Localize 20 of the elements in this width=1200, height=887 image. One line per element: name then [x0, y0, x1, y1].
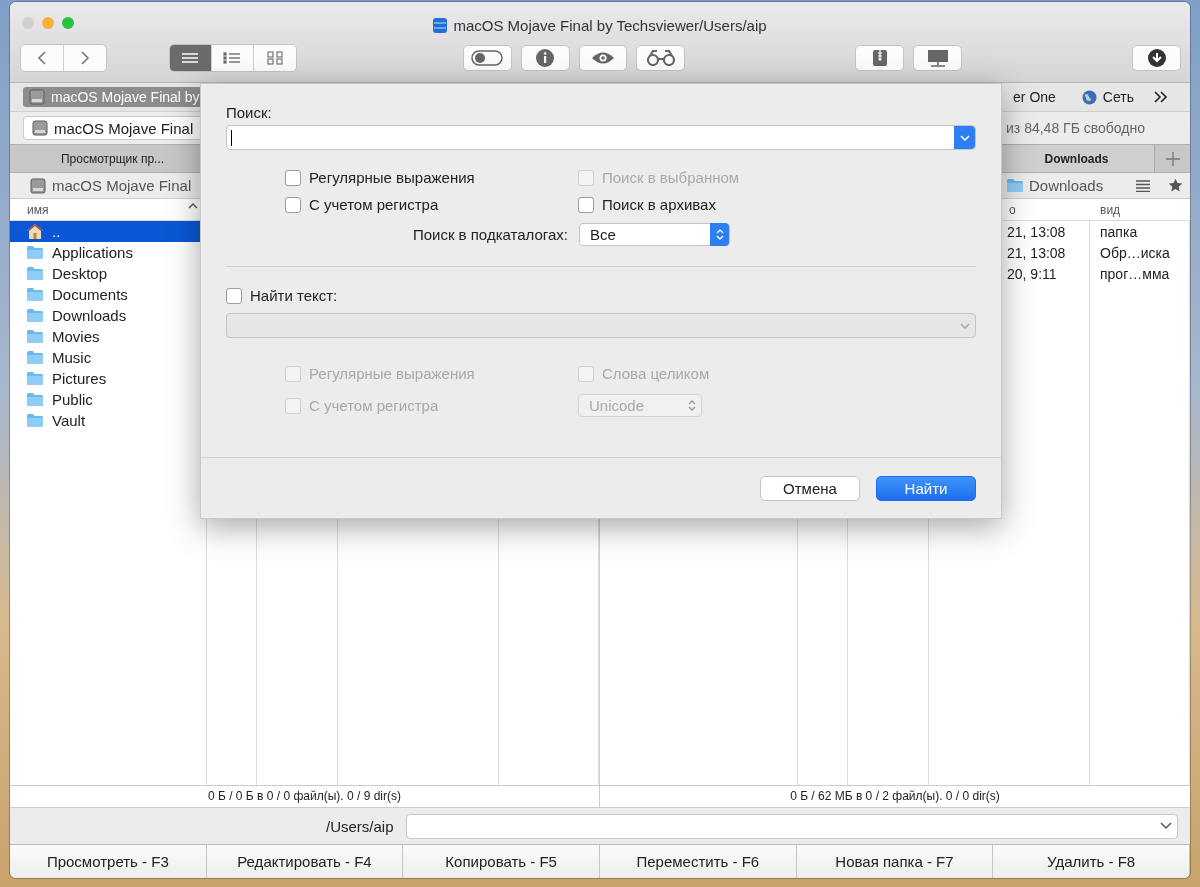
table-cell-text: 21, 13:08: [1006, 244, 1067, 261]
table-cell-text: 21, 13:08: [1006, 223, 1067, 240]
checkbox-label: Слова целиком: [602, 365, 710, 382]
status-text: 0 Б / 62 МБ в 0 / 2 файл(ы). 0 / 0 dir(s): [789, 788, 1001, 805]
subfolders-label: Поиск в подкаталогах:: [411, 226, 569, 243]
table-cell-text: 20, 9:11: [1006, 265, 1058, 282]
checkbox-label: Регулярные выражения: [309, 169, 475, 186]
checkbox-label: С учетом регистра: [309, 397, 439, 414]
checkbox-label: Поиск в выбранном: [602, 169, 740, 186]
table-cell-text: прог…мма: [1099, 265, 1171, 282]
table-cell-text: папка: [1099, 223, 1139, 240]
checkbox-label: С учетом регистра: [309, 196, 439, 213]
checkbox-label: Регулярные выражения: [309, 365, 475, 382]
checkbox-label: Поиск в архивах: [602, 196, 716, 213]
window-title: macOS Mojave Final by Techsviewer/Users/aip: [453, 16, 767, 34]
checkbox-label: Найти текст:: [250, 287, 338, 304]
free-space-label: из 84,48 ГБ свободно: [1006, 120, 1145, 136]
search-label: Поиск:: [226, 104, 273, 121]
table-cell-text: Обр…иска: [1099, 244, 1171, 261]
current-path-label: /Users/aip: [326, 817, 394, 835]
